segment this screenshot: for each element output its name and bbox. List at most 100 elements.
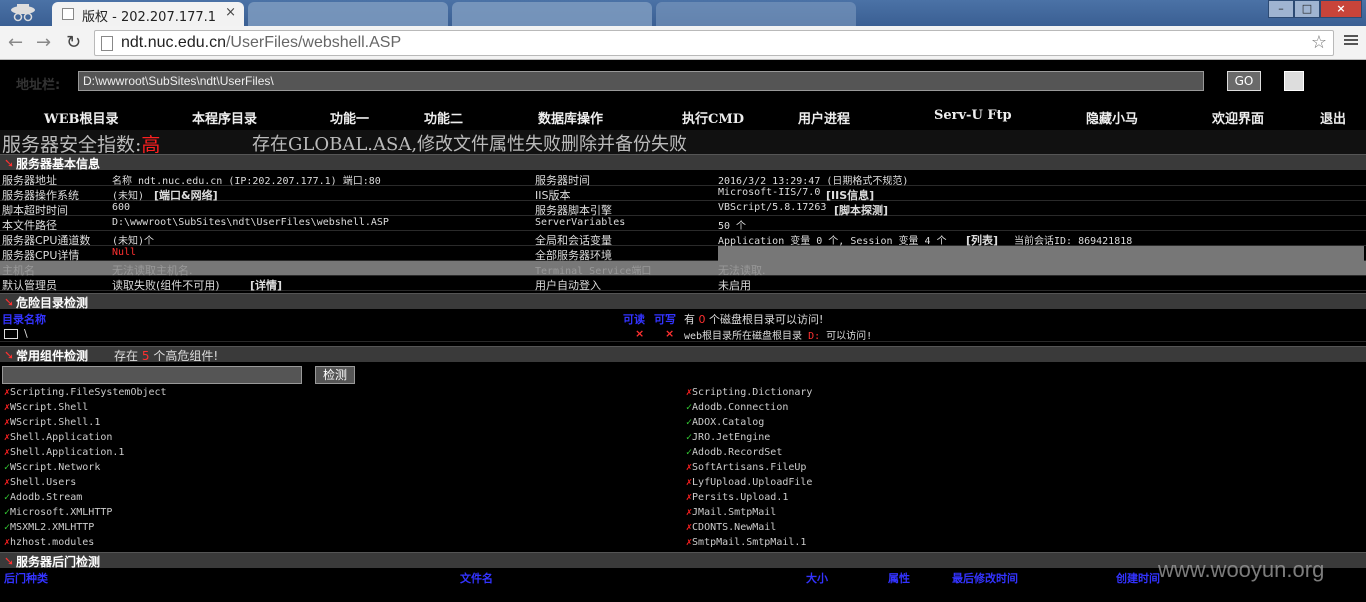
col-dir-name: 目录名称 — [2, 313, 46, 326]
nav-database[interactable]: 数据库操作 — [538, 108, 603, 127]
browser-menu-icon[interactable] — [1344, 33, 1358, 49]
component-name: Scripting.FileSystemObject — [10, 387, 167, 398]
nav-program-dir[interactable]: 本程序目录 — [192, 108, 257, 127]
info-value: Microsoft-IIS/7.0 — [718, 187, 821, 198]
component-name: Microsoft.XMLHTTP — [10, 507, 113, 518]
maximize-button[interactable]: □ — [1294, 0, 1320, 18]
info-row: 本文件路径 D:\wwwroot\SubSites\ndt\UserFiles\… — [0, 216, 1366, 232]
info-value: VBScript/5.8.17263 — [718, 202, 827, 213]
component-name: Persits.Upload.1 — [692, 492, 789, 503]
security-label: 服务器安全指数: — [2, 134, 142, 156]
col-readable: 可读 — [623, 313, 645, 326]
close-window-button[interactable]: × — [1320, 0, 1362, 18]
reload-icon[interactable]: ↻ — [66, 32, 81, 53]
info-label: ServerVariables — [535, 217, 626, 228]
info-value: 50 个 — [718, 221, 747, 232]
danger-count: 5 — [141, 349, 150, 363]
not-readable-icon: × — [635, 327, 645, 340]
tab-inactive-2[interactable] — [452, 2, 652, 26]
danger-header-row: 目录名称 可读 可写 有 0 个磁盘根目录可以访问! — [0, 310, 1366, 326]
page-favicon-icon — [62, 8, 74, 20]
bookmark-star-icon[interactable]: ☆ — [1311, 32, 1327, 53]
dir-name: \ — [24, 327, 28, 340]
nav-hidden-shell[interactable]: 隐藏小马 — [1086, 108, 1138, 127]
tab-close-icon[interactable]: × — [225, 5, 236, 20]
path-input[interactable]: D:\wwwroot\SubSites\ndt\UserFiles\ — [78, 71, 1204, 91]
nav-welcome[interactable]: 欢迎界面 — [1212, 108, 1264, 127]
broken-image-icon[interactable] — [1284, 71, 1304, 91]
component-name: CDONTS.NewMail — [692, 522, 777, 533]
nav-web-root[interactable]: WEB根目录 — [44, 108, 119, 127]
component-name: WScript.Shell — [10, 402, 89, 413]
component-input[interactable] — [2, 366, 302, 384]
section-title: 常用组件检测 — [16, 349, 89, 363]
info-value: 600 — [112, 202, 131, 213]
component-item: ✗hzhost.modules — [4, 537, 94, 548]
info-value: 名称 ndt.nuc.edu.cn (IP:202.207.177.1) 端口:… — [112, 176, 381, 187]
col-modified: 最后修改时间 — [952, 572, 1018, 585]
section-danger-dir: ➘ 危险目录检测 — [0, 293, 1366, 310]
function-nav: WEB根目录 本程序目录 功能一 功能二 数据库操作 执行CMD 用户进程 Se… — [0, 102, 1366, 130]
nav-function-2[interactable]: 功能二 — [424, 108, 463, 127]
url-text[interactable]: ndt.nuc.edu.cn/UserFiles/webshell.ASP — [121, 34, 401, 52]
component-name: hzhost.modules — [10, 537, 95, 548]
component-item: ✓MSXML2.XMLHTTP — [4, 522, 94, 533]
info-text: 有 — [684, 313, 695, 326]
danger-dir-row: \ × × web根目录所在磁盘根目录 D: 可以访问! — [0, 326, 1366, 342]
tab-inactive-1[interactable] — [248, 2, 448, 26]
not-writable-icon: × — [665, 327, 675, 340]
col-filename: 文件名 — [460, 572, 493, 585]
info-value: 读取失败(组件不可用) — [112, 279, 220, 292]
admin-detail-link[interactable]: [详情] — [250, 277, 282, 293]
tab-active[interactable]: 版权 - 202.207.177.1 × — [52, 2, 244, 26]
component-name: Shell.Users — [10, 477, 77, 488]
info-value: (未知) — [112, 191, 145, 202]
folder-icon — [4, 329, 18, 339]
forward-arrow-icon[interactable]: → — [36, 32, 51, 53]
component-item: ✓WScript.Network — [4, 462, 100, 473]
server-env-value — [718, 246, 1364, 261]
info-row: 服务器CPU通道数 (未知)个 全局和会话变量 Application 变量 0… — [0, 231, 1366, 247]
section-title: 危险目录检测 — [16, 296, 89, 310]
section-title: 服务器基本信息 — [16, 157, 101, 171]
security-message: 存在GLOBAL.ASA,修改文件属性失败删除并备份失败 — [252, 134, 688, 155]
disk-count: 0 — [698, 313, 706, 326]
session-id: 当前会话ID: 869421818 — [1014, 236, 1133, 247]
nav-function-1[interactable]: 功能一 — [330, 108, 369, 127]
component-name: LyfUpload.UploadFile — [692, 477, 813, 488]
component-item: ✗WScript.Shell — [4, 402, 88, 413]
component-name: JRO.JetEngine — [692, 432, 771, 443]
go-button[interactable]: GO — [1227, 71, 1261, 91]
tab-inactive-3[interactable] — [656, 2, 856, 26]
component-name: JMail.SmtpMail — [692, 507, 777, 518]
component-item: ✗CDONTS.NewMail — [686, 522, 776, 533]
webshell-page: 地址栏: D:\wwwroot\SubSites\ndt\UserFiles\ … — [0, 60, 1366, 602]
info-label: Terminal Service端口 — [535, 266, 652, 277]
component-item: ✓Adodb.RecordSet — [686, 447, 782, 458]
url-path: /UserFiles/webshell.ASP — [225, 34, 402, 51]
info-row: 服务器地址 名称 ndt.nuc.edu.cn (IP:202.207.177.… — [0, 171, 1366, 187]
dir-entry[interactable]: \ — [4, 327, 28, 340]
nav-exec-cmd[interactable]: 执行CMD — [682, 108, 744, 127]
web-root-info: web根目录所在磁盘根目录 D: 可以访问! — [684, 327, 872, 342]
component-item: ✗Shell.Application — [4, 432, 112, 443]
minimize-button[interactable]: – — [1268, 0, 1294, 18]
page-icon — [101, 36, 113, 51]
drive-letter: D: — [808, 331, 821, 342]
info-text: 个高危组件! — [153, 349, 219, 363]
incognito-avatar-icon[interactable] — [6, 2, 40, 24]
component-count: 存在 5 个高危组件! — [114, 347, 218, 364]
component-name: ADOX.Catalog — [692, 417, 765, 428]
cpu-detail-value: Null — [112, 247, 137, 258]
red-arrow-icon: ➘ — [4, 156, 15, 170]
nav-user-process[interactable]: 用户进程 — [798, 108, 850, 127]
info-value: Application 变量 0 个, Session 变量 4 个 — [718, 236, 947, 247]
detect-button[interactable]: 检测 — [315, 366, 355, 384]
address-bar[interactable]: ndt.nuc.edu.cn/UserFiles/webshell.ASP ☆ — [94, 30, 1334, 56]
nav-servu-ftp[interactable]: Serv-U Ftp — [934, 108, 1012, 123]
red-arrow-icon: ➘ — [4, 295, 15, 309]
back-arrow-icon[interactable]: ← — [8, 32, 23, 53]
component-name: Adodb.RecordSet — [692, 447, 783, 458]
component-item: ✓Microsoft.XMLHTTP — [4, 507, 112, 518]
nav-logout[interactable]: 退出 — [1320, 108, 1346, 127]
